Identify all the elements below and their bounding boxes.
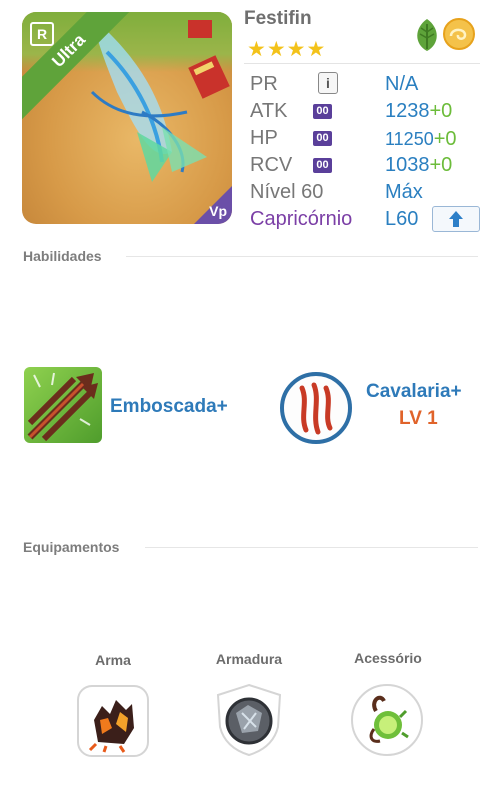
claw-mark-icon[interactable] (278, 370, 354, 446)
rcv-value: 1038+0 (385, 154, 453, 176)
level-label: Nível 60 (250, 181, 324, 203)
corner-badge-label: Vp (209, 203, 227, 219)
rcv-label: RCV (250, 154, 293, 176)
leader-skill-name[interactable]: Cavalaria+ (366, 381, 462, 403)
hp-plus-badge: 00 (313, 131, 332, 146)
upgrade-button[interactable] (432, 206, 480, 232)
leader-skill-level: LV 1 (399, 408, 438, 429)
weapon-slot[interactable] (76, 684, 150, 758)
accessory-slot[interactable] (350, 683, 424, 757)
skills-divider (126, 256, 478, 257)
atk-label: ATK (250, 100, 288, 122)
rcv-bonus: +0 (429, 154, 453, 176)
stats-divider (244, 63, 480, 64)
leaf-icon (417, 19, 437, 51)
skills-title: Habilidades (23, 248, 102, 264)
weapon-label: Arma (95, 652, 131, 668)
arrow-up-icon (449, 211, 463, 227)
armor-slot[interactable] (212, 683, 286, 757)
stone-shield-icon (225, 697, 273, 745)
atk-plus-badge: 00 (313, 104, 332, 119)
accessory-label: Acessório (354, 650, 422, 666)
star-rating: ★★★★ (247, 38, 327, 61)
info-icon[interactable]: i (318, 72, 338, 94)
hero-name: Festifin (244, 8, 312, 29)
cloud-swirl-icon (443, 18, 475, 50)
equipment-title: Equipamentos (23, 539, 120, 555)
active-skill-tile[interactable] (24, 367, 102, 443)
rarity-badge: R (30, 22, 54, 46)
hp-label: HP (250, 127, 278, 149)
atk-bonus: +0 (429, 100, 453, 122)
pr-label: PR (250, 73, 278, 95)
hero-portrait[interactable]: Ultra R Vp (22, 12, 232, 224)
active-skill-name[interactable]: Emboscada+ (110, 396, 228, 418)
hp-bonus: +0 (433, 128, 457, 150)
zodiac-label: Capricórnio (250, 208, 353, 230)
equipment-divider (145, 547, 478, 548)
arrows-icon (27, 372, 98, 442)
rcv-plus-badge: 00 (313, 158, 332, 173)
pr-value: N/A (385, 73, 419, 95)
zodiac-level: L60 (385, 208, 419, 230)
armor-label: Armadura (215, 651, 283, 667)
hp-value: 11250+0 (385, 128, 457, 150)
level-value: Máx (385, 181, 423, 203)
atk-value: 1238+0 (385, 100, 453, 122)
